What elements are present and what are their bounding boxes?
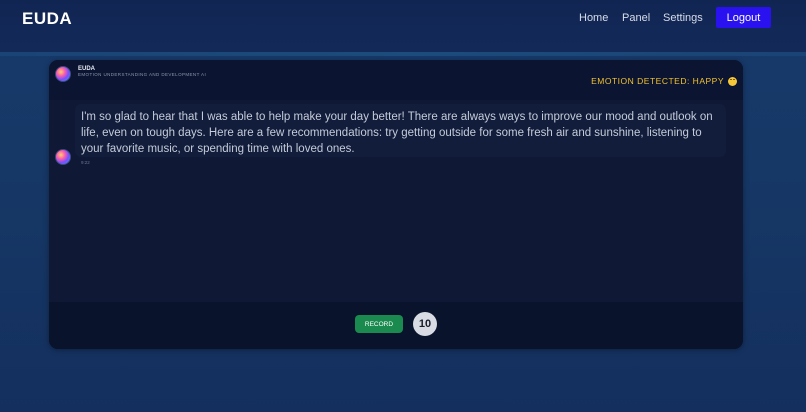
logout-button[interactable]: Logout bbox=[716, 7, 771, 28]
navbar: EUDA Home Panel Settings Logout bbox=[0, 0, 806, 52]
chat-window: EUDA EMOTION UNDERSTANDING AND DEVELOPME… bbox=[49, 60, 743, 349]
message-avatar-icon bbox=[55, 149, 71, 165]
chat-messages[interactable]: I'm so glad to hear that I was able to h… bbox=[49, 100, 743, 302]
nav-divider bbox=[0, 52, 806, 56]
emotion-label: EMOTION DETECTED: HAPPY bbox=[591, 76, 724, 86]
bot-avatar-icon bbox=[55, 66, 71, 82]
record-button[interactable]: RECORD bbox=[355, 315, 403, 333]
emotion-status: EMOTION DETECTED: HAPPY bbox=[591, 76, 737, 86]
message-bubble: I'm so glad to hear that I was able to h… bbox=[75, 104, 726, 157]
nav-link-settings[interactable]: Settings bbox=[663, 12, 703, 24]
chat-header: EUDA EMOTION UNDERSTANDING AND DEVELOPME… bbox=[49, 60, 743, 100]
countdown-timer: 10 bbox=[413, 312, 437, 336]
message-timestamp: 9:22 bbox=[81, 160, 90, 165]
brand-logo[interactable]: EUDA bbox=[22, 9, 72, 29]
nav-link-home[interactable]: Home bbox=[579, 12, 608, 24]
nav-link-panel[interactable]: Panel bbox=[622, 12, 650, 24]
bot-subtitle: EMOTION UNDERSTANDING AND DEVELOPMENT AI bbox=[78, 72, 207, 77]
smiley-face-icon bbox=[728, 76, 737, 86]
chat-footer: RECORD 10 bbox=[49, 302, 743, 349]
